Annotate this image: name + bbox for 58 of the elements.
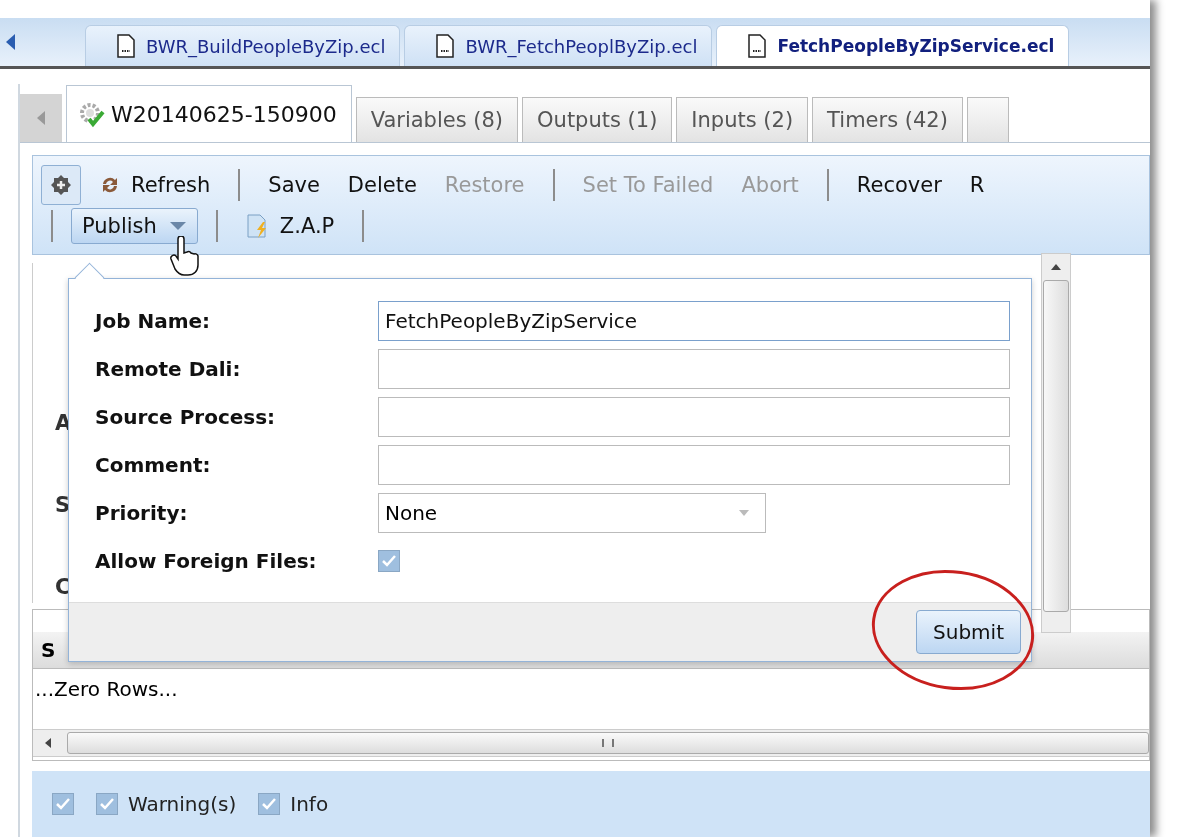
document-icon [435, 34, 456, 58]
field-label: Job Name: [95, 309, 212, 333]
field-label: Remote Dali: [95, 357, 242, 381]
file-tab[interactable]: FetchPeopleByZipService.ecl [716, 25, 1070, 66]
input-field[interactable] [378, 349, 1010, 389]
input-field[interactable] [378, 397, 1010, 437]
caret-icon [737, 508, 751, 518]
checkbox[interactable] [378, 550, 400, 572]
checkbox-label: Warning(s) [128, 792, 237, 816]
hand-cursor-icon [168, 236, 202, 276]
checkbox[interactable] [52, 793, 74, 815]
input-field[interactable]: FetchPeopleByZipService [378, 301, 1010, 341]
publish-dropdown-button[interactable]: Publish [71, 208, 198, 244]
file-tab[interactable]: BWR_BuildPeopleByZip.ecl [85, 25, 401, 66]
scroll-left-button[interactable] [20, 94, 62, 142]
checkmark-icon [55, 797, 71, 811]
field-label: Source Process: [95, 405, 277, 429]
tab[interactable]: Inputs (2) [676, 97, 809, 142]
field-label: Allow Foreign Files: [95, 549, 318, 573]
submit-button[interactable]: Submit [916, 610, 1021, 654]
input-field[interactable] [378, 445, 1010, 485]
document-icon [116, 34, 136, 58]
scroll-left-icon[interactable] [43, 736, 53, 750]
document-icon [747, 34, 768, 58]
file-tab[interactable]: BWR_FetchPeoplByZip.ecl [404, 25, 713, 66]
settings-button[interactable] [41, 165, 81, 205]
checkbox[interactable] [96, 793, 118, 815]
scrollbar-thumb[interactable] [1043, 280, 1069, 612]
checkbox[interactable] [258, 793, 281, 815]
field-label: S [55, 493, 72, 517]
toolbar-button[interactable]: Z.A.P [235, 213, 345, 239]
settings-icon [50, 174, 72, 196]
empty-message: ...Zero Rows... [34, 676, 179, 703]
tab[interactable]: Timers (42) [812, 97, 963, 142]
checkmark-icon [381, 554, 397, 568]
tab[interactable]: Outputs (1) [522, 97, 673, 142]
tab[interactable]: W20140625-150900 [66, 85, 352, 142]
scroll-left-icon[interactable] [6, 34, 15, 50]
tab[interactable] [966, 97, 1009, 142]
field-label: Comment: [95, 453, 212, 477]
checkmark-icon [99, 797, 115, 811]
toolbar-button[interactable]: Delete [337, 173, 427, 197]
checkmark-icon [261, 797, 278, 811]
scrollbar-thumb[interactable] [67, 732, 1149, 754]
toolbar-button[interactable]: R [959, 173, 995, 197]
toolbar-button[interactable]: Save [258, 173, 330, 197]
priority-select[interactable]: None [378, 493, 766, 533]
horizontal-scrollbar[interactable] [33, 729, 1149, 757]
scroll-up-icon[interactable] [1049, 262, 1063, 272]
column-header[interactable]: S [41, 638, 56, 662]
vertical-scrollbar[interactable] [1041, 253, 1071, 633]
checkbox-label: Info [290, 792, 329, 816]
tab[interactable]: Variables (8) [355, 97, 519, 142]
toolbar-button[interactable]: Refresh [89, 173, 221, 197]
field-label: Priority: [95, 501, 189, 525]
gear-check-icon [77, 100, 105, 128]
caret-icon [168, 221, 187, 231]
toolbar-button[interactable]: Recover [846, 173, 952, 197]
